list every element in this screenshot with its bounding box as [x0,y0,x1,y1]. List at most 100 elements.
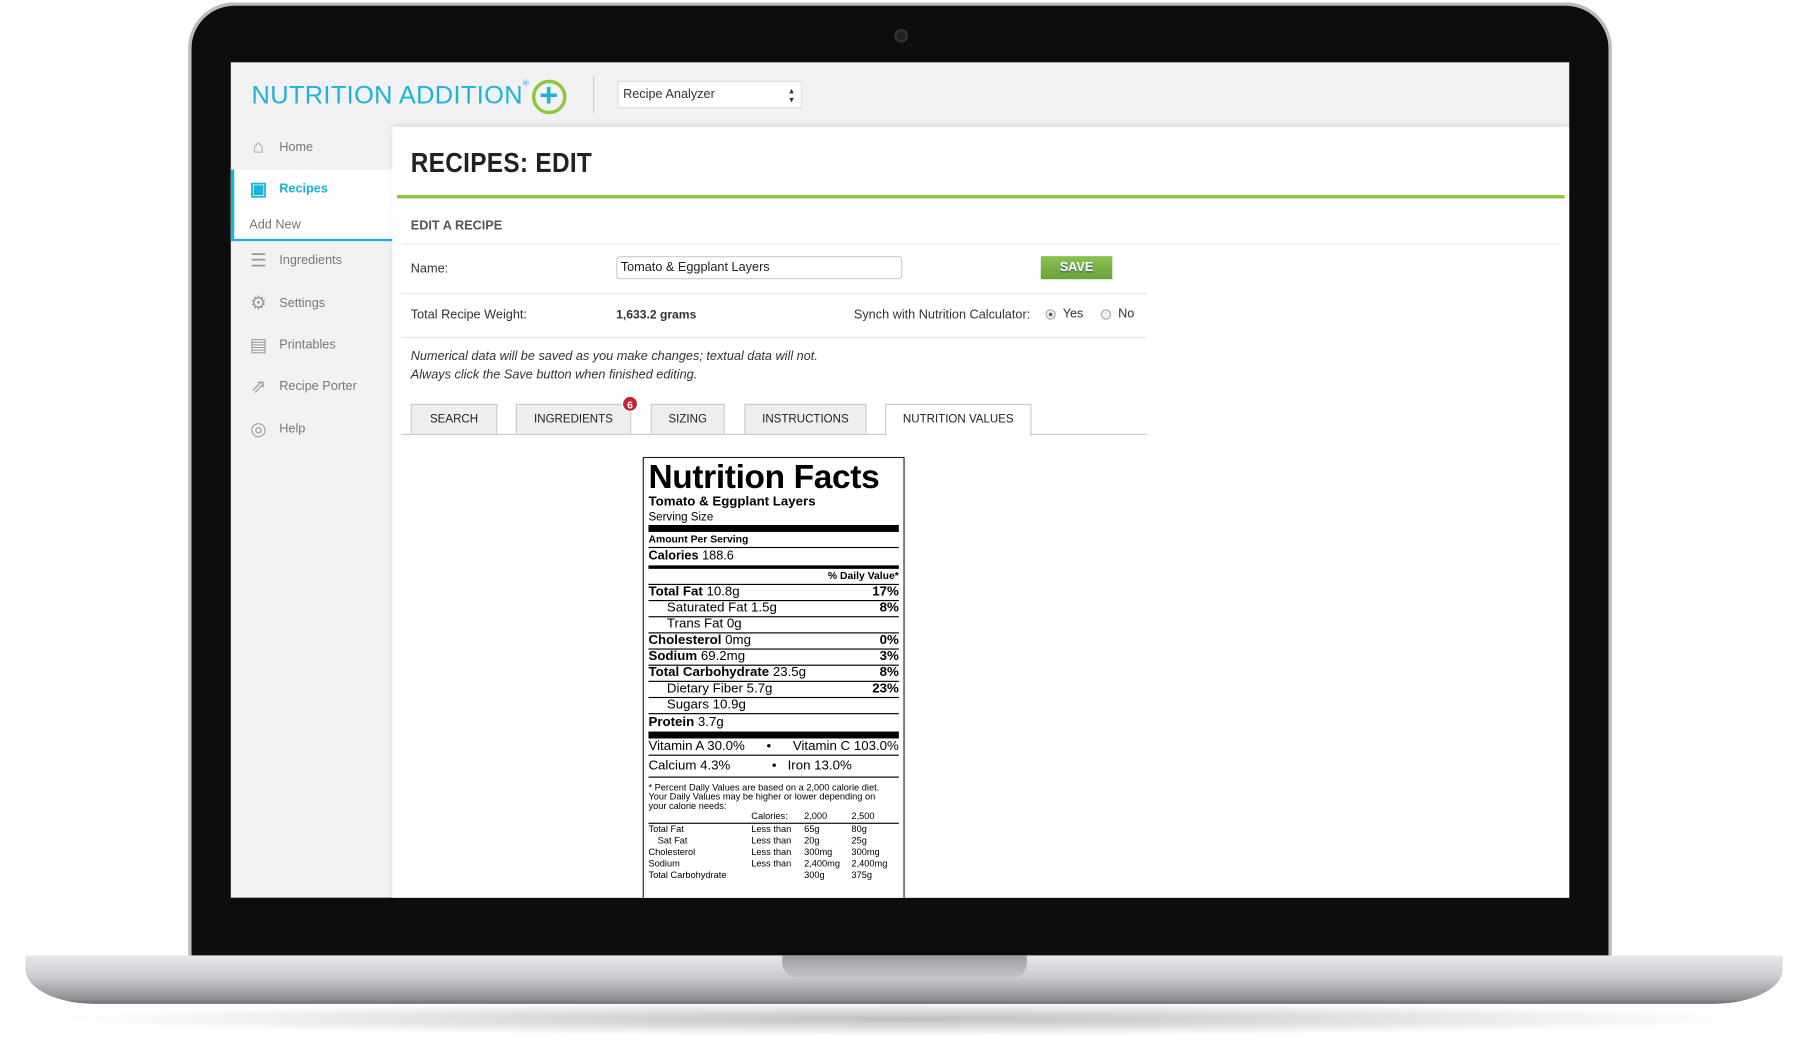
nf-serving: Serving Size [648,510,899,532]
nf-percent: 0% [879,633,899,648]
laptop-shadow [46,1001,1766,1037]
nf-table-cell: 2,400mg [851,858,888,869]
main-panel: RECIPES: EDIT EDIT A RECIPE Name: Tomato… [392,126,1570,898]
nf-row: Protein 3.7g [648,714,899,739]
tab-search[interactable]: SEARCH [410,403,498,434]
nf-nutrient: Sugars 10.9g [666,698,746,712]
nf-amount: Amount Per Serving [648,532,899,549]
synch-yes[interactable]: Yes [1045,307,1083,321]
app-screen: NUTRITION ADDITION® + Recipe Analyzer ▴ ▾ ⌂… [230,62,1570,898]
nf-table-cell [751,870,804,882]
note-line-2: Always click the Save button when finish… [410,368,698,382]
nf-nutrient: Dietary Fiber 5.7g [666,681,773,696]
nf-vitamins-1: Vitamin A 30.0% • Vitamin C 103.0% [648,738,899,756]
nf-table-cell: Total Carbohydrate [648,870,727,881]
sidebar-item-help[interactable]: ◎ Help [247,418,305,441]
nf-table-head: 2,500 [851,811,875,822]
nf-percent: 8% [879,665,899,680]
nf-row: Sugars 10.9g [648,698,899,715]
printer-icon: ▤ [249,335,268,356]
nf-percent: 23% [872,681,899,696]
nf-recipe: Tomato & Eggplant Layers [648,495,816,509]
app-select[interactable]: Recipe Analyzer ▴ ▾ [617,80,802,109]
label: Recipes [279,182,328,197]
nf-table-cell: 375g [851,870,872,881]
title-underline [396,195,1565,199]
tab-instructions[interactable]: INSTRUCTIONS [744,403,867,434]
radio-yes[interactable] [1045,308,1056,320]
nutrition-facts-label: Nutrition Facts Tomato & Eggplant Layers… [642,456,905,898]
nf-table-head: 2,000 [804,811,828,822]
nf-row: Dietary Fiber 5.7g 23% [648,681,899,699]
nf-table-cell: 2,400mg [804,858,841,869]
label: % Daily Value* [827,570,899,582]
nf-nutrient: Cholesterol 0mg [648,633,751,648]
label: Yes [1062,306,1084,321]
nf-percent: 17% [872,585,899,599]
nf-nutrient: Total Fat 10.8g [648,585,740,599]
nf-row: Saturated Fat 1.5g 8% [648,601,899,618]
nf-percent: 8% [879,601,899,616]
nf-vitamins-2: Calcium 4.3% • Iron 13.0% [648,756,899,778]
nf-title: Nutrition Facts [648,459,880,497]
label: Recipe Porter [279,379,357,394]
sidebar-item-recipes[interactable]: ▣ Recipes [247,178,328,201]
select-arrows-icon: ▴ ▾ [789,85,794,106]
label: Vitamin A 30.0% [648,739,745,754]
save-button[interactable]: SAVE [1040,256,1113,280]
home-icon: ⌂ [252,137,265,157]
label: Add New [249,218,301,232]
tabs-baseline [401,433,1147,436]
divider [401,243,1561,245]
nf-row: Total Carbohydrate 23.5g 8% [648,665,899,682]
section-heading: EDIT A RECIPE [410,219,503,234]
tab-nutrition-values[interactable]: NUTRITION VALUES [885,403,1032,437]
logo[interactable]: NUTRITION ADDITION® + [252,79,567,115]
label: Printables [279,338,336,352]
label: Serving Size [648,511,714,524]
sidebar-item-home[interactable]: ⌂ Home [247,136,313,159]
gear-icon: ⚙ [250,294,267,314]
radio-no[interactable] [1100,308,1112,320]
tab-sizing[interactable]: SIZING [650,403,725,434]
synch-no[interactable]: No [1100,307,1134,321]
nf-table-head [648,811,751,823]
nf-table-cell: Sat Fat [657,835,688,846]
label: Calcium 4.3% [648,759,731,774]
nf-table-cell: 300g [804,870,825,881]
nf-table-cell: 65g [804,823,820,835]
tab-ingredients[interactable]: INGREDIENTS [515,403,632,434]
label: Calories [648,549,699,564]
sidebar: ⌂ Home ▣ Recipes Add New ☰ Ingredients ⚙ Set… [230,127,393,898]
label: Vitamin C 103.0% [792,739,899,754]
nf-table-cell: Cholesterol [648,846,696,858]
page-title: RECIPES: EDIT [410,147,593,179]
nf-nutrient: Trans Fat 0g [666,617,742,632]
nf-table-head: Calories: [751,811,788,822]
nf-nutrient: Protein 3.7g [648,715,724,730]
nf-table-cell: 20g [804,835,820,846]
sidebar-item-settings[interactable]: ⚙ Settings [247,292,325,315]
lifebuoy-icon: ◎ [250,420,267,440]
label: Home [279,140,314,155]
divider [401,293,1147,295]
list-icon: ☰ [250,251,267,272]
nf-percent: 3% [879,649,899,664]
recipe-name-input[interactable]: Tomato & Eggplant Layers [616,256,903,280]
label: Iron 13.0% [787,759,852,774]
sidebar-item-add-new[interactable]: Add New [249,213,301,236]
nf-daily-table: Calories: 2,000 2,500 Total Fat Less than 65g… [648,811,899,882]
camera [894,28,909,43]
weight-value: 1,633.2 grams [616,308,697,322]
nf-calories: Calories 188.6 [648,548,899,569]
nf-table-cell: Sodium [648,858,680,869]
nf-nutrient: Total Carbohydrate 23.5g [648,665,807,680]
sidebar-item-recipe-porter[interactable]: ⇗ Recipe Porter [247,375,357,398]
value: 188.6 [702,549,734,564]
nf-table-cell: Less than [751,835,792,846]
divider [401,336,1147,339]
ingredients-count-badge: 6 [621,395,639,412]
sidebar-item-ingredients[interactable]: ☰ Ingredients [247,249,342,272]
nf-row: Sodium 69.2mg 3% [648,649,899,666]
sidebar-item-printables[interactable]: ▤ Printables [247,333,336,356]
